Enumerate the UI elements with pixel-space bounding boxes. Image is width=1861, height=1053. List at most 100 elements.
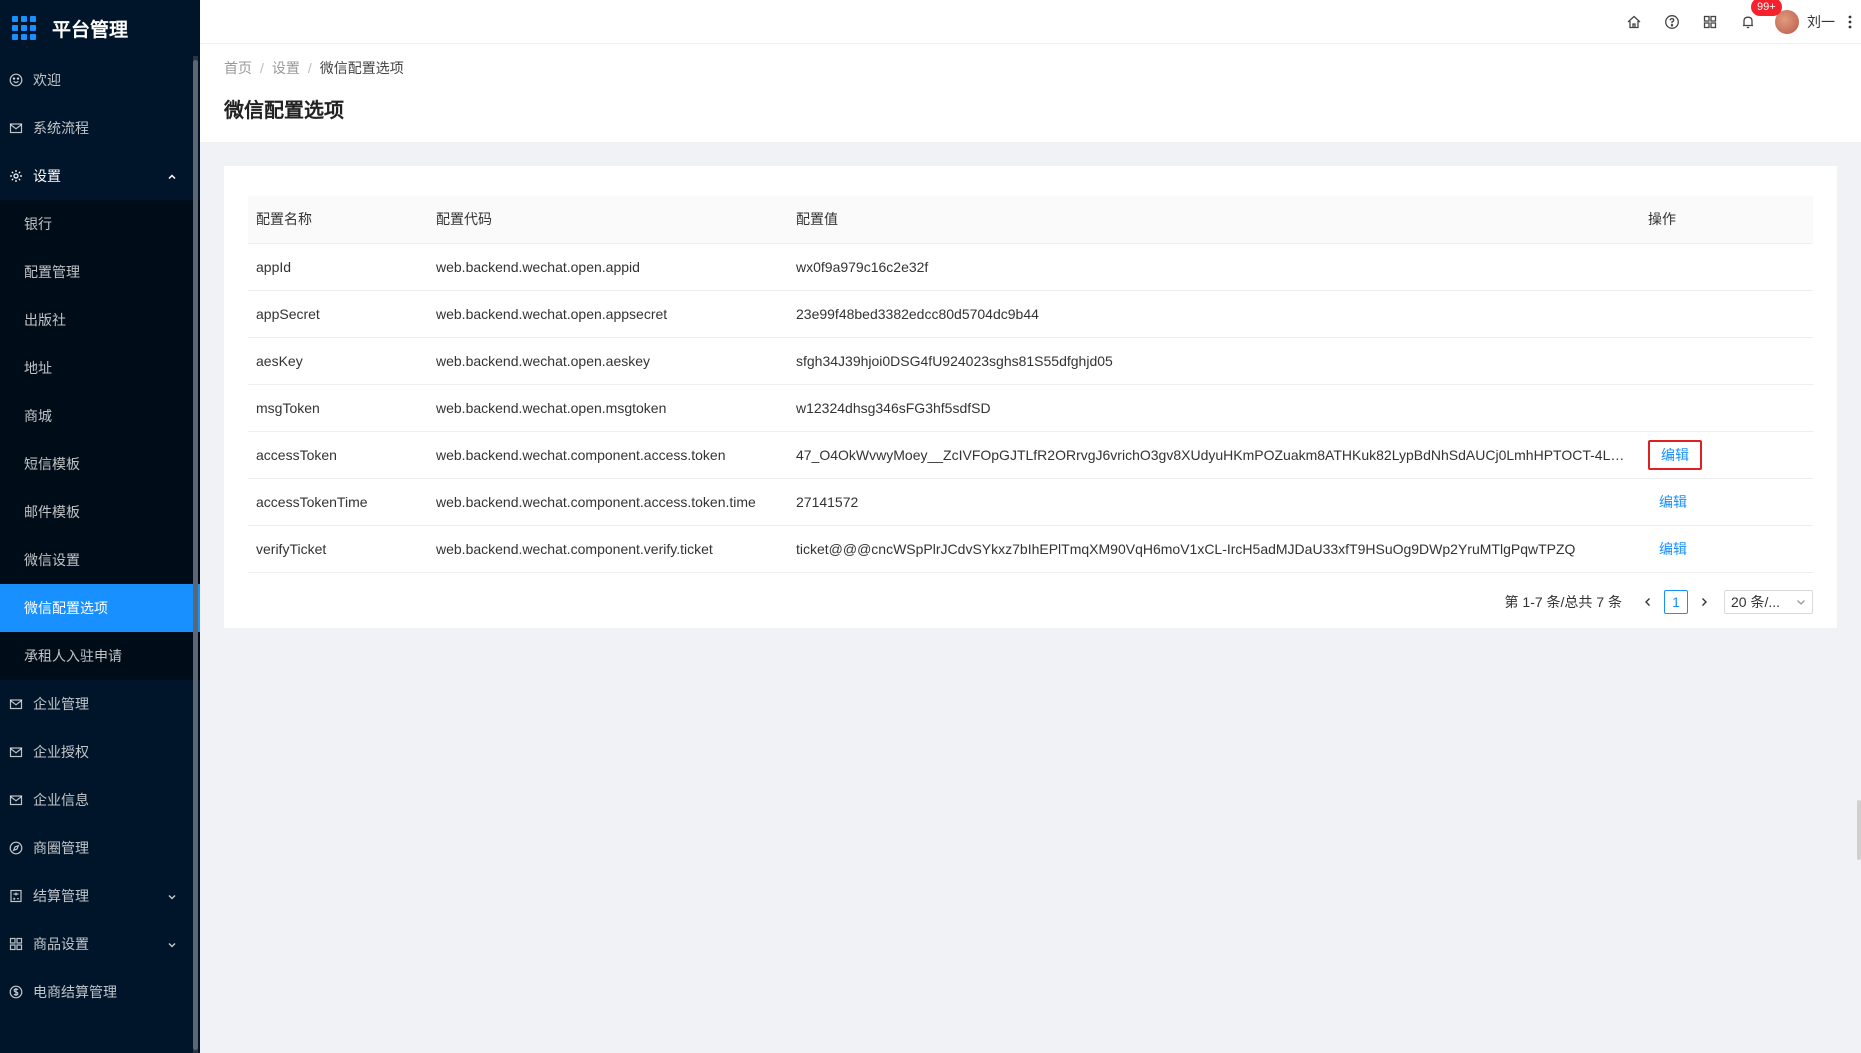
calculator-icon bbox=[8, 888, 24, 904]
sidebar-subitem-tenant-application[interactable]: 承租人入驻申请 bbox=[0, 632, 200, 680]
more-vertical-icon[interactable] bbox=[1839, 0, 1861, 44]
sidebar-item-label: 商品设置 bbox=[33, 936, 89, 952]
sidebar: 平台管理 欢迎系统流程设置银行 配置管理 出版社 地址 商城 短信模板 邮件模板 微信设置 微信… bbox=[0, 0, 200, 1053]
sidebar-menu: 欢迎系统流程设置银行 配置管理 出版社 地址 商城 短信模板 邮件模板 微信设置 微信配置选项承… bbox=[0, 56, 200, 1016]
breadcrumb-current: 微信配置选项 bbox=[319, 60, 404, 76]
cell-value: 27141572 bbox=[788, 478, 1640, 526]
sidebar-item-business-district[interactable]: 商圈管理 bbox=[0, 824, 200, 872]
home-icon[interactable] bbox=[1615, 0, 1653, 44]
cell-action: 编辑 bbox=[1640, 431, 1813, 479]
cell-code: web.backend.wechat.open.appid bbox=[428, 243, 788, 291]
cell-code: web.backend.wechat.component.access.toke… bbox=[428, 478, 788, 526]
cell-name: accessTokenTime bbox=[248, 478, 428, 526]
sidebar-scrollbar-thumb[interactable] bbox=[193, 60, 198, 1050]
user-menu[interactable]: 刘一 bbox=[1775, 10, 1835, 34]
cell-name: msgToken bbox=[248, 384, 428, 432]
sidebar-item-label: 电商结算管理 bbox=[33, 984, 117, 1000]
cell-name: aesKey bbox=[248, 337, 428, 385]
breadcrumb-settings[interactable]: 设置 bbox=[272, 58, 300, 78]
breadcrumb-separator: / bbox=[260, 60, 264, 76]
cell-code: web.backend.wechat.component.access.toke… bbox=[428, 431, 788, 479]
sidebar-item-label: 结算管理 bbox=[33, 888, 89, 904]
sidebar-item-enterprise-info[interactable]: 企业信息 bbox=[0, 776, 200, 824]
cell-value: w12324dhsg346sFG3hf5sdfSD bbox=[788, 384, 1640, 432]
sidebar-item-settings[interactable]: 设置 bbox=[0, 152, 200, 200]
edit-button[interactable]: 编辑 bbox=[1648, 535, 1698, 563]
page-size-select[interactable]: 20 条/... bbox=[1724, 590, 1813, 614]
cell-code: web.backend.wechat.open.aeskey bbox=[428, 337, 788, 385]
sidebar-subitem-email-template[interactable]: 邮件模板 bbox=[0, 488, 200, 536]
cell-code: web.backend.wechat.open.appsecret bbox=[428, 290, 788, 338]
sidebar-item-label: 企业信息 bbox=[33, 792, 89, 808]
notification-badge: 99+ bbox=[1751, 0, 1782, 16]
next-page-button[interactable] bbox=[1692, 590, 1716, 614]
sidebar-item-enterprise-authorization[interactable]: 企业授权 bbox=[0, 728, 200, 776]
edit-button[interactable]: 编辑 bbox=[1648, 488, 1698, 516]
page-title: 微信配置选项 bbox=[224, 100, 344, 122]
table-header-row: 配置名称 配置代码 配置值 操作 bbox=[248, 196, 1813, 244]
sidebar-item-enterprise-management[interactable]: 企业管理 bbox=[0, 680, 200, 728]
breadcrumb-home[interactable]: 首页 bbox=[224, 58, 252, 78]
table-row: accessToken web.backend.wechat.component.… bbox=[248, 431, 1813, 479]
settings-submenu: 银行 配置管理 出版社 地址 商城 短信模板 邮件模板 微信设置 微信配置选项 承租人入驻申请 bbox=[0, 200, 200, 680]
cell-name: verifyTicket bbox=[248, 525, 428, 573]
page-size-value: 20 条/... bbox=[1731, 594, 1781, 610]
sidebar-subitem-bank[interactable]: 银行 bbox=[0, 200, 200, 248]
table-row: accessTokenTime web.backend.wechat.compon… bbox=[248, 478, 1813, 526]
cell-value: ticket@@@cncWSpPlrJCdvSYkxz7bIhEPlTmqXM9… bbox=[788, 525, 1640, 573]
sidebar-subitem-address[interactable]: 地址 bbox=[0, 344, 200, 392]
sidebar-subitem-config-management[interactable]: 配置管理 bbox=[0, 248, 200, 296]
help-icon[interactable] bbox=[1653, 0, 1691, 44]
column-header-code: 配置代码 bbox=[428, 196, 788, 244]
sidebar-item-label: 欢迎 bbox=[33, 72, 61, 88]
compass-icon bbox=[8, 840, 24, 856]
sidebar-item-settlement-management[interactable]: 结算管理 bbox=[0, 872, 200, 920]
sidebar-item-label: 设置 bbox=[33, 168, 61, 184]
chevron-up-icon bbox=[166, 170, 178, 182]
user-name: 刘一 bbox=[1807, 14, 1835, 30]
column-header-action: 操作 bbox=[1640, 196, 1813, 244]
appstore-icon bbox=[8, 936, 24, 952]
column-header-label: 操作 bbox=[1648, 211, 1676, 228]
mail-icon bbox=[8, 744, 24, 760]
page-header: 首页 / 设置 / 微信配置选项 微信配置选项 bbox=[200, 44, 1861, 142]
cell-name: appId bbox=[248, 243, 428, 291]
cell-value: wx0f9a979c16c2e32f bbox=[788, 243, 1640, 291]
main-scrollbar-thumb[interactable] bbox=[1857, 800, 1861, 860]
smile-icon bbox=[8, 72, 24, 88]
pagination: 第 1-7 条/总共 7 条 1 20 条/... bbox=[1505, 590, 1813, 614]
cell-action bbox=[1640, 243, 1813, 291]
config-table: 配置名称 配置代码 配置值 操作 appId web.backend.wechat… bbox=[248, 196, 1813, 573]
column-header-value: 配置值 bbox=[788, 196, 1640, 244]
bell-icon bbox=[1743, 16, 1753, 29]
table-row: appId web.backend.wechat.open.appid wx0f9a… bbox=[248, 243, 1813, 291]
cell-action bbox=[1640, 290, 1813, 338]
edit-button[interactable]: 编辑 bbox=[1648, 439, 1702, 470]
sidebar-item-label: 企业授权 bbox=[33, 744, 89, 760]
sidebar-subitem-wechat-settings[interactable]: 微信设置 bbox=[0, 536, 200, 584]
sidebar-item-product-settings[interactable]: 商品设置 bbox=[0, 920, 200, 968]
sidebar-subitem-mall[interactable]: 商城 bbox=[0, 392, 200, 440]
chevron-right-icon bbox=[1702, 598, 1707, 606]
appstore-icon[interactable] bbox=[1691, 0, 1729, 44]
sidebar-item-system-flow[interactable]: 系统流程 bbox=[0, 104, 200, 152]
dollar-icon bbox=[8, 984, 24, 1000]
cell-value: sfgh34J39hjoi0DSG4fU924023sghs81S55dfghj… bbox=[788, 337, 1640, 385]
logo[interactable]: 平台管理 bbox=[0, 0, 200, 56]
sidebar-item-welcome[interactable]: 欢迎 bbox=[0, 56, 200, 104]
cell-code: web.backend.wechat.open.msgtoken bbox=[428, 384, 788, 432]
table-row: appSecret web.backend.wechat.open.appsecr… bbox=[248, 290, 1813, 338]
column-header-label: 配置名称 bbox=[256, 211, 312, 228]
mail-icon bbox=[8, 120, 24, 136]
app-title: 平台管理 bbox=[52, 19, 129, 41]
notification-bell[interactable]: 99+ bbox=[1729, 0, 1782, 44]
sidebar-subitem-wechat-config-options[interactable]: 微信配置选项 bbox=[0, 584, 200, 632]
table-row: verifyTicket web.backend.wechat.component… bbox=[248, 525, 1813, 573]
sidebar-subitem-sms-template[interactable]: 短信模板 bbox=[0, 440, 200, 488]
sidebar-subitem-publisher[interactable]: 出版社 bbox=[0, 296, 200, 344]
sidebar-item-ecommerce-settlement[interactable]: 电商结算管理 bbox=[0, 968, 200, 1016]
prev-page-button[interactable] bbox=[1636, 590, 1660, 614]
page-number-button[interactable]: 1 bbox=[1664, 590, 1688, 614]
column-header-label: 配置值 bbox=[796, 211, 838, 228]
sidebar-item-label: 系统流程 bbox=[33, 120, 89, 136]
